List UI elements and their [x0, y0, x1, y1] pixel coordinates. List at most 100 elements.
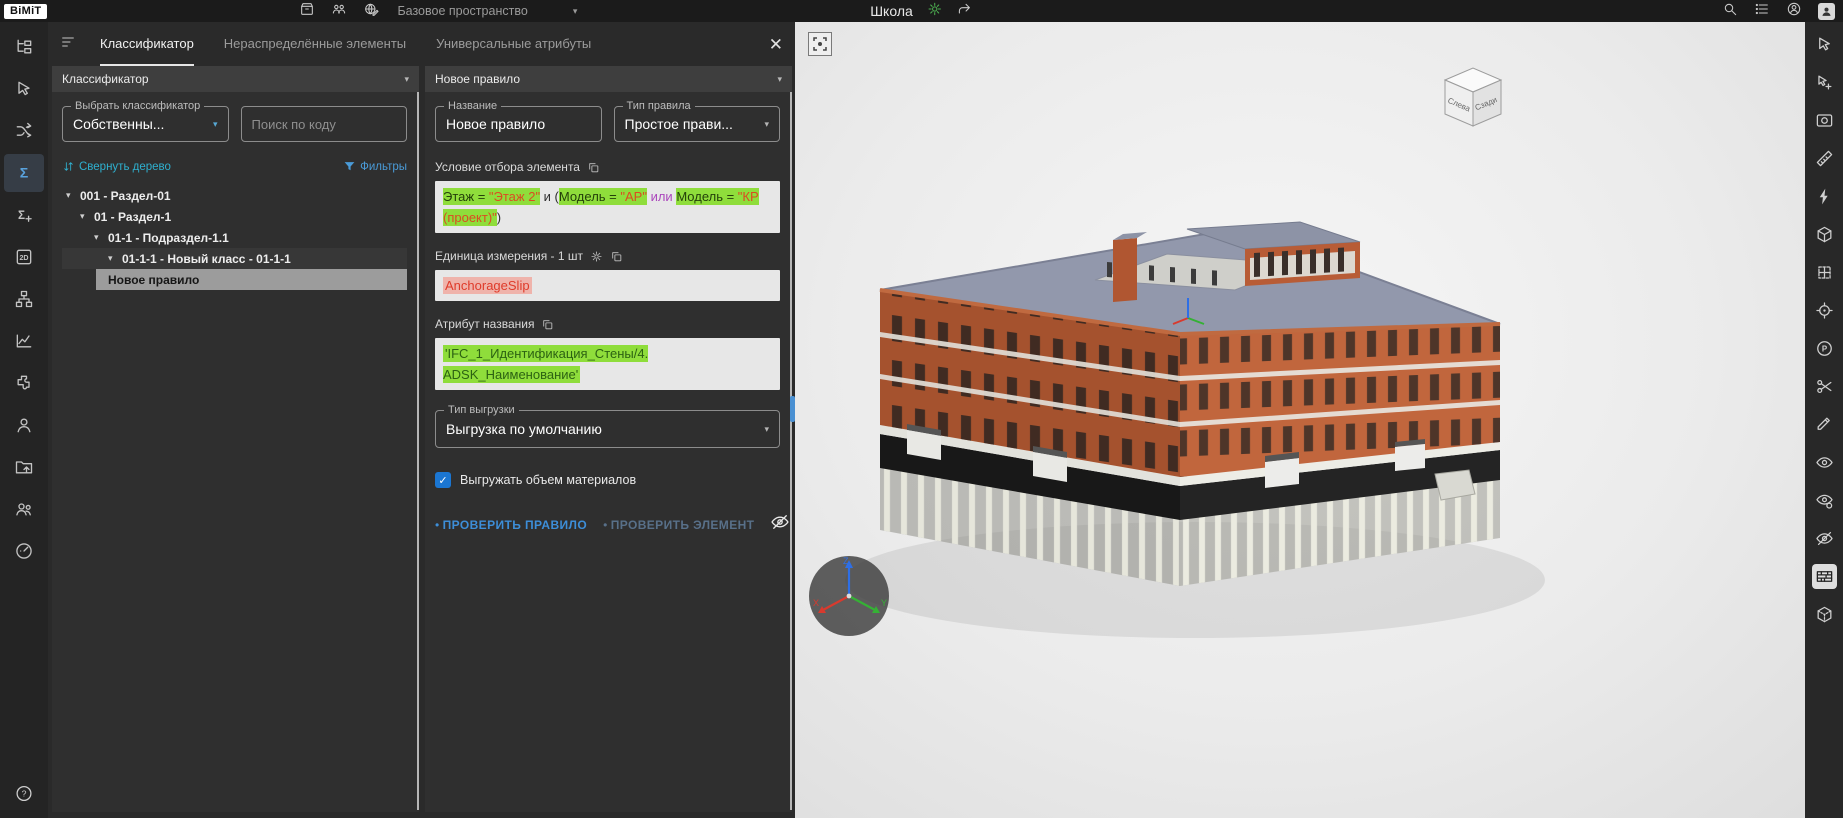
tree-node[interactable]: ▾001 - Раздел-01	[62, 185, 407, 206]
user-avatar-icon[interactable]	[1818, 3, 1835, 20]
user-icon[interactable]	[4, 406, 44, 444]
tree-node-label: 01-1-1 - Новый класс - 01-1-1	[122, 252, 291, 266]
help-icon[interactable]: ?	[15, 784, 34, 808]
tree-expander-icon[interactable]: ▾	[80, 211, 89, 222]
markers-icon[interactable]: P	[1812, 336, 1837, 361]
gear-icon[interactable]	[927, 1, 943, 22]
building-model[interactable]	[795, 22, 1843, 818]
tree-node-selected[interactable]: Новое правило	[96, 269, 407, 290]
svg-text:Σ: Σ	[20, 166, 29, 182]
section-box-icon[interactable]	[1812, 260, 1837, 285]
relations-icon[interactable]	[4, 112, 44, 150]
tree-node[interactable]: ▾ 01-1 - Подраздел-1.1	[62, 227, 407, 248]
unit-gear-icon[interactable]	[590, 250, 603, 263]
plugins-icon[interactable]	[4, 364, 44, 402]
folder-share-icon[interactable]	[4, 448, 44, 486]
close-icon[interactable]: ✕	[769, 36, 783, 53]
tree-node-label: 01-1 - Подраздел-1.1	[108, 231, 229, 245]
capture-region-button[interactable]	[808, 32, 832, 56]
condition-editor[interactable]: Этаж = "Этаж 2" и (Модель = "АР" или Мод…	[435, 181, 780, 233]
archive-box-icon[interactable]	[299, 1, 315, 22]
share-icon[interactable]	[957, 1, 973, 22]
select-cursor-icon[interactable]	[4, 70, 44, 108]
rule-name-label: Название	[444, 100, 501, 112]
tree-expander-icon[interactable]: ▾	[108, 253, 117, 264]
materials-checkbox-row: Выгружать объем материалов	[435, 472, 780, 488]
tab-universal-attributes[interactable]: Универсальные атрибуты	[436, 22, 591, 66]
hierarchy-icon[interactable]	[4, 28, 44, 66]
unit-editor[interactable]: AnchorageSlip	[435, 270, 780, 301]
select-icon[interactable]	[1812, 32, 1837, 57]
classifier-tree: ▾001 - Раздел-01 ▾01 - Раздел-1 ▾ 01-1 - …	[62, 185, 407, 290]
copy-icon[interactable]	[610, 250, 623, 263]
multi-select-icon[interactable]	[1812, 70, 1837, 95]
tree-node-label: Новое правило	[108, 273, 199, 287]
locate-icon[interactable]	[1812, 298, 1837, 323]
export-type-select[interactable]: Тип выгрузки Выгрузка по умолчанию ▾	[435, 410, 780, 448]
sitemap-icon[interactable]	[4, 280, 44, 318]
condition-token: "Этаж 2"	[489, 188, 540, 205]
code-search-field[interactable]	[241, 106, 408, 142]
rule-type-select[interactable]: Тип правила Простое прави... ▾	[614, 106, 781, 142]
collapse-tree-icon	[62, 160, 75, 173]
visibility-settings-icon[interactable]	[1812, 488, 1837, 513]
measure-icon[interactable]	[1812, 146, 1837, 171]
clash-icon[interactable]	[1812, 184, 1837, 209]
tree-expander-icon[interactable]: ▾	[94, 232, 103, 243]
account-circle-icon[interactable]	[1786, 1, 1802, 22]
panel-menu-icon[interactable]	[60, 34, 76, 55]
app-logo[interactable]: BiMiT	[4, 4, 47, 19]
list-icon[interactable]	[1754, 1, 1770, 22]
tab-unallocated-elements[interactable]: Нераспределённые элементы	[224, 22, 406, 66]
classifier-select[interactable]: Выбрать классификатор Собственны... ▾	[62, 106, 229, 142]
condition-token: и (	[540, 189, 559, 204]
filters-button[interactable]: Фильтры	[343, 160, 407, 173]
view-cube[interactable]: Слева Сзади	[1435, 58, 1511, 139]
collapse-tree-button[interactable]: Свернуть дерево	[62, 160, 171, 173]
tree-node[interactable]: ▾01 - Раздел-1	[62, 206, 407, 227]
tab-classifier[interactable]: Классификатор	[100, 22, 194, 66]
condition-label-text: Условие отбора элемента	[435, 160, 580, 174]
classifier-sum-icon[interactable]: Σ	[4, 154, 44, 192]
copy-icon[interactable]	[587, 161, 600, 174]
svg-text:P: P	[1821, 345, 1826, 354]
workspace-select[interactable]: Базовое пространство ▾	[397, 4, 577, 18]
tree-node[interactable]: ▾ 01-1-1 - Новый класс - 01-1-1	[62, 248, 407, 269]
axis-gizmo[interactable]: Z X Y	[803, 550, 895, 647]
materials-checkbox[interactable]	[435, 472, 451, 488]
workgroup-icon[interactable]	[331, 1, 347, 22]
cutline-icon[interactable]	[1812, 412, 1837, 437]
classifier-column-header[interactable]: Классификатор ▾	[52, 66, 419, 92]
isometry-icon[interactable]	[1812, 222, 1837, 247]
rule-name-field[interactable]: Название	[435, 106, 602, 142]
screenshot-icon[interactable]	[1812, 108, 1837, 133]
viewport-3d[interactable]: Слева Сзади Z X Y	[795, 22, 1843, 818]
clip-volume-icon[interactable]	[1812, 602, 1837, 627]
dashboard-icon[interactable]	[4, 532, 44, 570]
condition-token: Модель =	[676, 188, 737, 205]
section-cut-icon[interactable]	[1812, 374, 1837, 399]
hide-icon[interactable]	[1812, 526, 1837, 551]
visibility-icon[interactable]	[1812, 450, 1837, 475]
attr-editor[interactable]: 'IFC_1_Идентификация_Стены/4. ADSK_Наиме…	[435, 338, 780, 390]
search-icon[interactable]	[1722, 1, 1738, 22]
graph-icon[interactable]	[4, 322, 44, 360]
check-element-button[interactable]: ПРОВЕРИТЬ ЭЛЕМЕНТ	[603, 518, 754, 532]
condition-token: или	[651, 189, 673, 204]
2d-view-icon[interactable]: 2D	[4, 238, 44, 276]
globe-edit-icon[interactable]	[363, 1, 379, 22]
copy-icon[interactable]	[541, 318, 554, 331]
unit-value: AnchorageSlip	[443, 277, 532, 294]
rule-column-header[interactable]: Новое правило ▾	[425, 66, 792, 92]
team-icon[interactable]	[4, 490, 44, 528]
sum-add-icon[interactable]: Σ	[4, 196, 44, 234]
workspace-label: Базовое пространство	[397, 4, 527, 18]
eye-off-icon[interactable]	[770, 512, 790, 537]
classifier-column-title: Классификатор	[62, 72, 149, 86]
rule-name-input[interactable]	[446, 116, 591, 132]
tree-expander-icon[interactable]: ▾	[66, 190, 75, 201]
check-rule-button[interactable]: ПРОВЕРИТЬ ПРАВИЛО	[435, 518, 587, 532]
code-search-input[interactable]	[252, 116, 397, 132]
project-title: Школа	[870, 3, 913, 19]
walls-mode-icon[interactable]	[1812, 564, 1837, 589]
